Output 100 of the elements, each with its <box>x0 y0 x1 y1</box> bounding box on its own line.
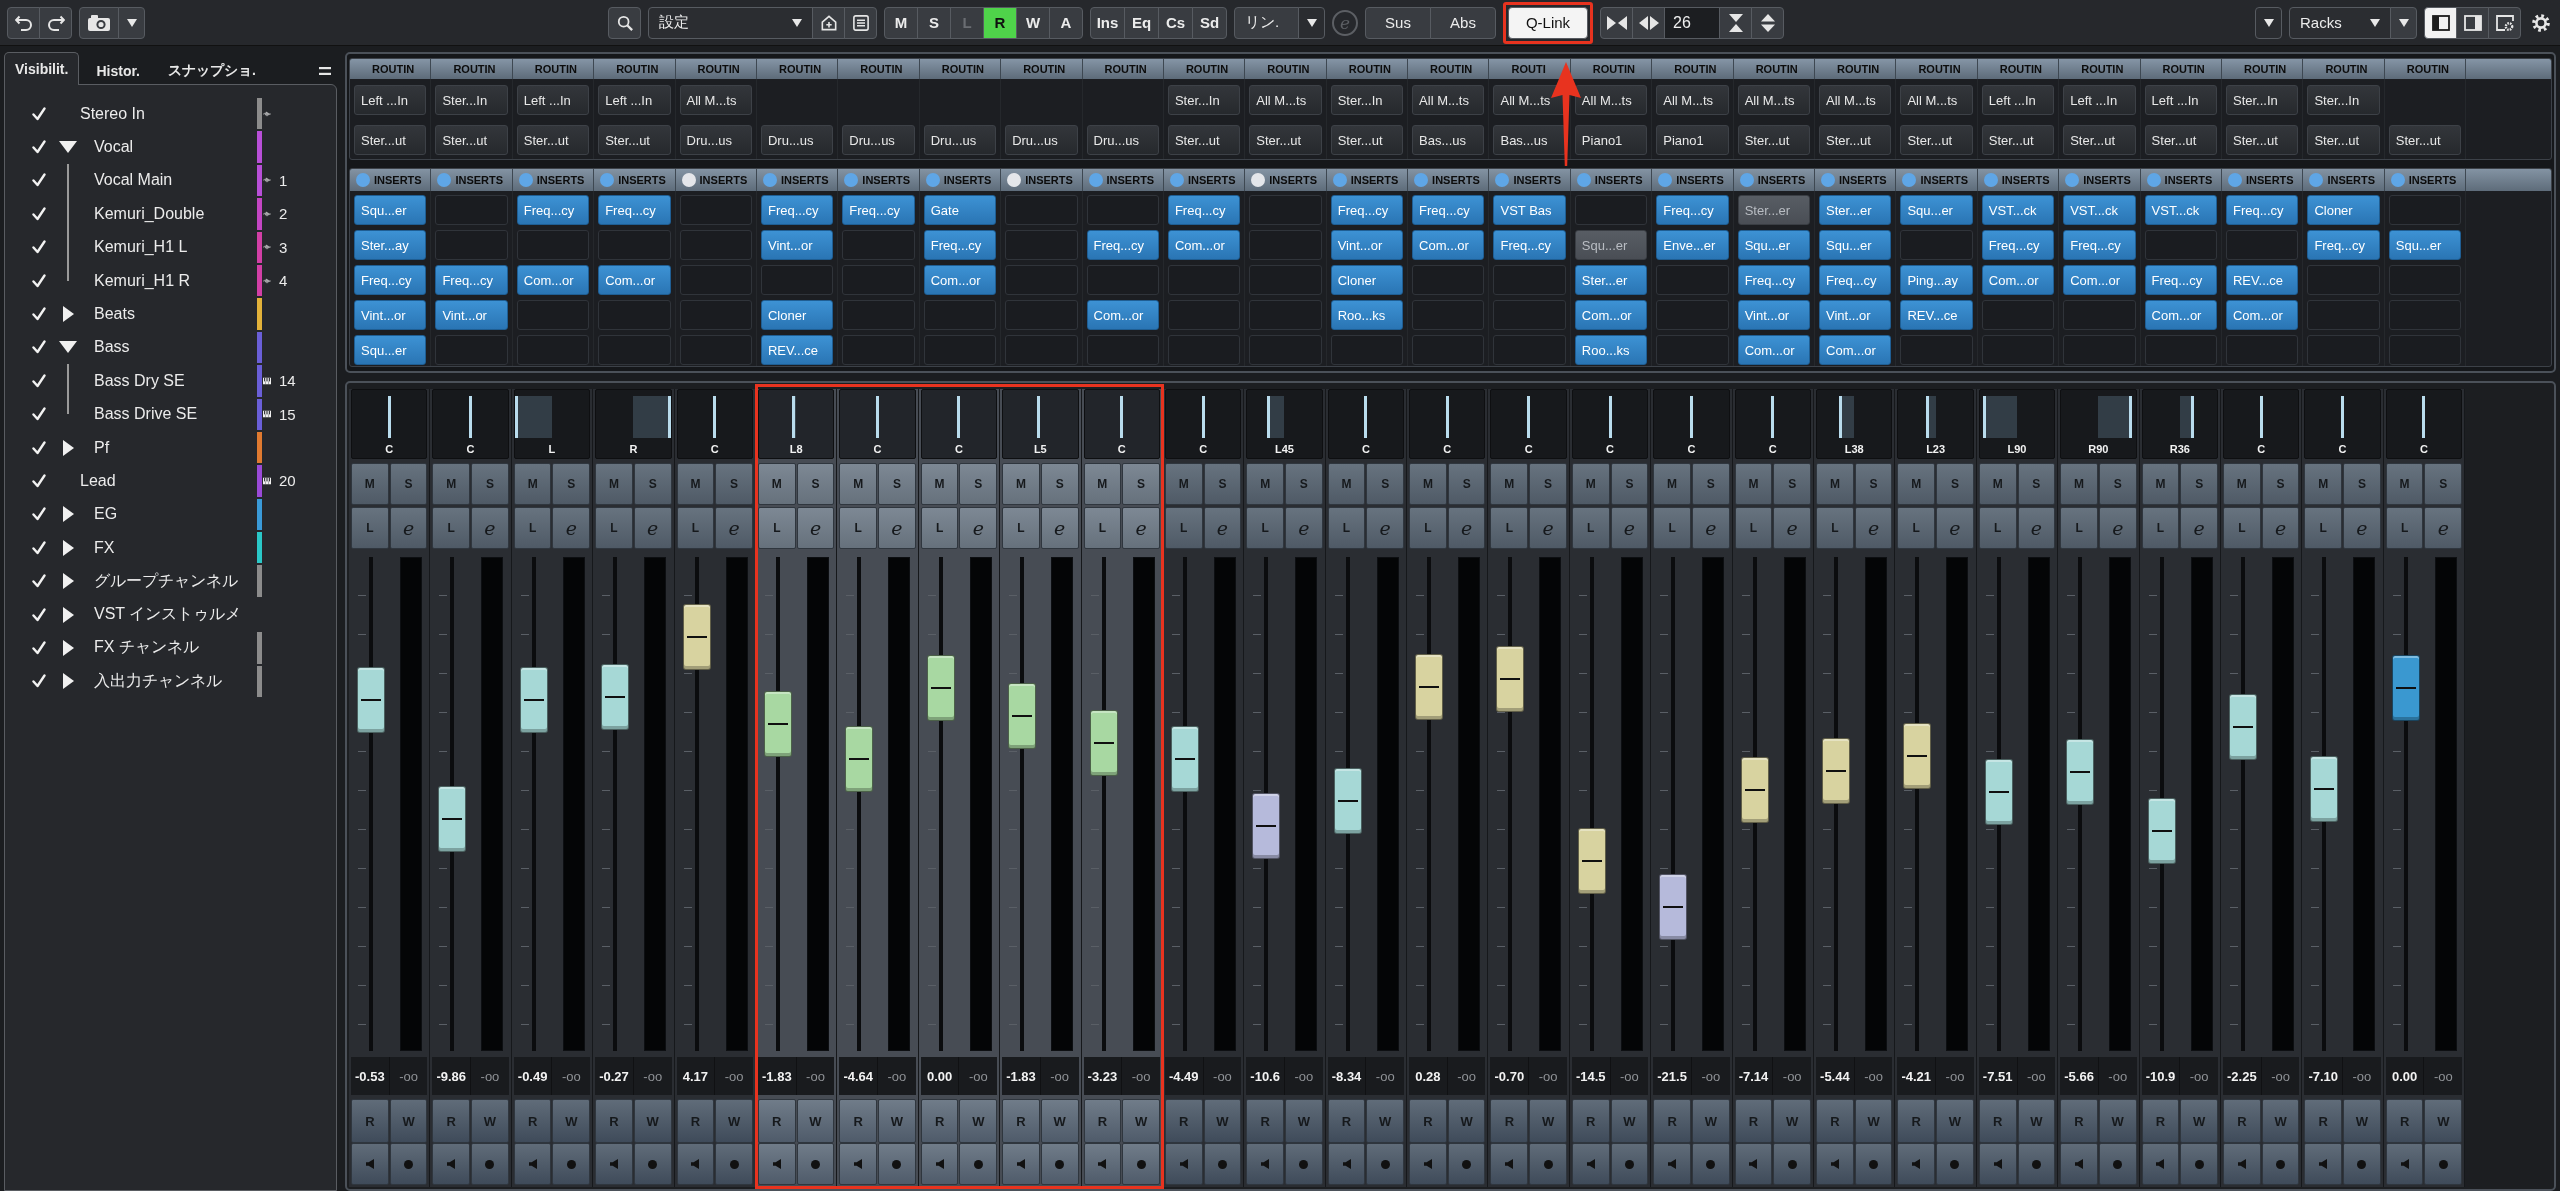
routing-output-slot[interactable]: Ster...ut <box>598 125 671 155</box>
record-button[interactable] <box>1691 1143 1730 1185</box>
track-label[interactable]: Beats <box>94 305 135 324</box>
mute-button[interactable]: M <box>1327 463 1366 505</box>
track-label[interactable]: Bass Drive SE <box>94 405 198 424</box>
routing-input-slot[interactable]: Ster...In <box>2307 85 2380 115</box>
write-button[interactable]: W <box>1122 1099 1160 1143</box>
monitor-button[interactable] <box>2304 1143 2343 1185</box>
pan-slider[interactable]: C <box>676 389 753 459</box>
solo-button[interactable]: S <box>1122 463 1160 505</box>
pan-slider[interactable]: C <box>920 389 998 459</box>
read-button[interactable]: R <box>1083 1099 1122 1143</box>
pan-slider[interactable]: C <box>2385 389 2463 459</box>
solo-button[interactable]: S <box>1529 463 1567 505</box>
listen-button[interactable]: L <box>2304 507 2343 549</box>
edit-button[interactable]: e <box>1529 507 1567 549</box>
pan-slider[interactable]: C <box>432 389 509 459</box>
pan-indicator[interactable] <box>1689 396 1693 438</box>
status-dot-icon[interactable] <box>356 173 370 187</box>
fader-handle[interactable] <box>1659 873 1688 940</box>
routing-output-slot[interactable]: Ster...ut <box>2144 125 2217 155</box>
record-button[interactable] <box>1773 1143 1812 1185</box>
record-button[interactable] <box>1122 1143 1160 1185</box>
widen-button[interactable] <box>1632 6 1665 39</box>
sidebar-tab[interactable]: Histor. <box>85 55 151 85</box>
status-dot-icon[interactable] <box>1983 173 1998 187</box>
mute-button[interactable]: M <box>1083 463 1122 505</box>
monitor-button[interactable] <box>1246 1143 1284 1185</box>
insert-slot[interactable]: Freq...cy <box>598 195 671 225</box>
solo-button[interactable]: S <box>1040 463 1079 505</box>
insert-slot[interactable]: Roo...ks <box>1330 300 1404 330</box>
read-button[interactable]: R <box>676 1099 715 1143</box>
mute-button[interactable]: M <box>1653 463 1691 505</box>
insert-slot[interactable]: Freq...cy <box>1493 230 1566 260</box>
solo-button[interactable]: S <box>2424 463 2463 505</box>
status-dot-icon[interactable] <box>1902 173 1917 187</box>
listen-button[interactable]: L <box>1897 507 1936 549</box>
routing-input-slot[interactable]: Left ...In <box>354 85 427 115</box>
write-button[interactable]: W <box>796 1099 835 1143</box>
hourglass-button[interactable] <box>1719 6 1752 39</box>
routing-input-slot[interactable]: All M...ts <box>1249 85 1322 115</box>
record-button[interactable] <box>878 1143 916 1185</box>
edit-button[interactable]: e <box>2017 507 2056 549</box>
edit-button[interactable]: e <box>2098 507 2137 549</box>
listen-button[interactable]: L <box>513 507 552 549</box>
insert-slot[interactable]: Com...or <box>1574 300 1648 330</box>
write-button[interactable]: W <box>2424 1099 2463 1143</box>
insert-slot[interactable]: Com...or <box>923 265 997 295</box>
listen-button[interactable]: L <box>1734 507 1773 549</box>
solo-button[interactable]: S <box>1936 463 1974 505</box>
solo-button[interactable]: S <box>878 463 916 505</box>
solo-button[interactable]: S <box>1610 463 1649 505</box>
listen-button[interactable]: L <box>676 507 715 549</box>
sidebar-tab[interactable]: スナップショ. <box>157 55 267 85</box>
fader-handle[interactable] <box>2391 655 2420 722</box>
checkmark-icon[interactable] <box>32 540 46 555</box>
write-button[interactable]: W <box>1203 1099 1242 1143</box>
pan-indicator[interactable] <box>1527 396 1531 438</box>
routing-output-slot[interactable]: Dru...us <box>1086 125 1159 155</box>
undo-button[interactable] <box>7 6 40 39</box>
read-button[interactable]: R <box>1327 1099 1366 1143</box>
solo-button[interactable]: S <box>1447 463 1486 505</box>
read-button[interactable]: R <box>1816 1099 1854 1143</box>
fader-handle[interactable] <box>2066 739 2095 806</box>
pan-indicator[interactable] <box>1983 396 1987 438</box>
pan-indicator[interactable] <box>1037 396 1041 438</box>
monitor-button[interactable] <box>1002 1143 1040 1185</box>
layout-toggle-button[interactable] <box>2456 6 2489 39</box>
record-button[interactable] <box>796 1143 835 1185</box>
routing-input-slot[interactable]: All M...ts <box>1900 85 1973 115</box>
insert-slot[interactable]: Squ...er <box>1900 195 1973 225</box>
write-button[interactable]: W <box>389 1099 428 1143</box>
write-button[interactable]: W <box>2180 1099 2218 1143</box>
record-button[interactable] <box>2180 1143 2218 1185</box>
solo-button[interactable]: S <box>633 463 672 505</box>
solo-button[interactable]: S <box>1366 463 1405 505</box>
mute-button[interactable]: M <box>2060 463 2098 505</box>
checkmark-icon[interactable] <box>32 407 46 422</box>
insert-slot[interactable]: Freq...cy <box>760 195 834 225</box>
insert-slot[interactable]: VST Bas <box>1493 195 1566 225</box>
routing-output-slot[interactable]: Ster...ut <box>2307 125 2380 155</box>
routing-output-slot[interactable]: Ster...ut <box>2226 125 2299 155</box>
search-button[interactable] <box>608 6 641 39</box>
insert-slot[interactable]: VST...ck <box>2063 195 2136 225</box>
insert-slot[interactable]: Squ...er <box>354 195 427 225</box>
record-button[interactable] <box>1447 1143 1486 1185</box>
pan-slider[interactable]: C <box>1571 389 1649 459</box>
read-button[interactable]: R <box>351 1099 389 1143</box>
read-button[interactable]: R <box>757 1099 796 1143</box>
q-link-button[interactable]: Q-Link <box>1508 6 1588 39</box>
insert-slot[interactable]: Com...or <box>1819 335 1892 365</box>
routing-output-slot[interactable]: Ster...ut <box>1819 125 1892 155</box>
listen-button[interactable]: L <box>1409 507 1447 549</box>
insert-slot[interactable]: Freq...cy <box>2226 195 2299 225</box>
insert-slot[interactable]: Squ...er <box>2388 230 2462 260</box>
mute-button[interactable]: M <box>1734 463 1773 505</box>
routing-output-slot[interactable]: Bas...us <box>1493 125 1566 155</box>
insert-slot[interactable]: VST...ck <box>2144 195 2217 225</box>
read-button[interactable]: R <box>432 1099 471 1143</box>
pan-indicator[interactable] <box>957 396 961 438</box>
